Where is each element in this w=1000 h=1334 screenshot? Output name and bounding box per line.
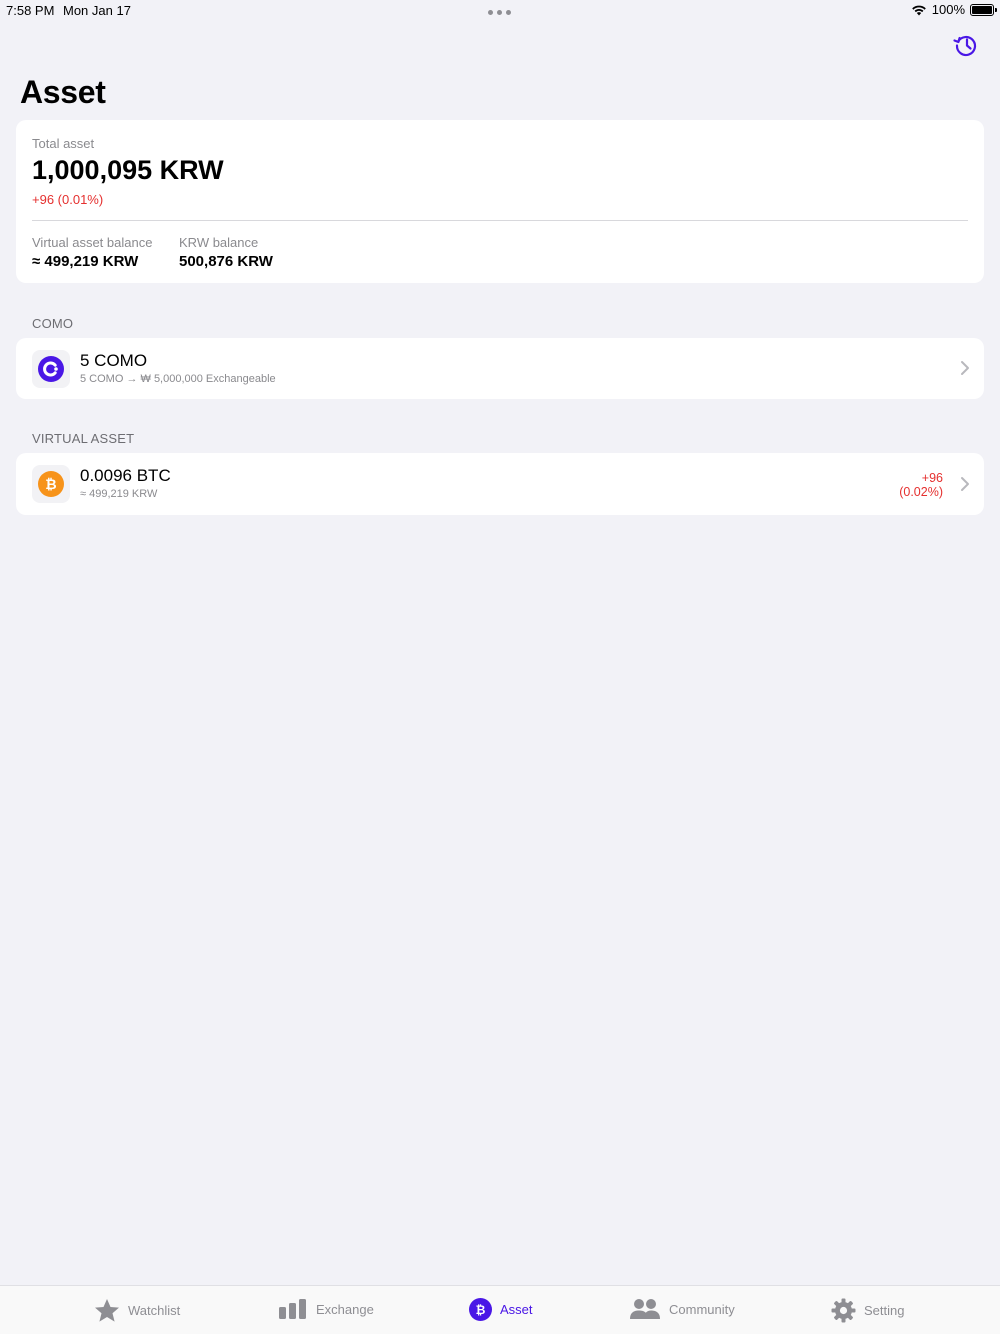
tab-watchlist[interactable]: Watchlist — [94, 1298, 180, 1323]
tab-exchange[interactable]: Exchange — [278, 1298, 374, 1320]
bar-chart-icon — [279, 1299, 306, 1319]
krw-balance-label: KRW balance — [179, 235, 259, 250]
status-bar: 7:58 PM Mon Jan 17 100% — [0, 0, 1000, 22]
section-label-como: COMO — [32, 316, 74, 331]
status-date: Mon Jan 17 — [63, 3, 131, 18]
bitcoin-icon: ₿ — [38, 471, 64, 497]
krw-balance: KRW balance 500,876 KRW — [179, 235, 273, 270]
history-button[interactable] — [952, 31, 980, 59]
como-exchange-info: 5 COMO → ₩ 5,000,000 Exchangeable — [80, 373, 276, 385]
btc-change-percent: (0.02%) — [899, 485, 943, 499]
total-asset-change: +96 (0.01%) — [32, 192, 104, 207]
people-icon — [630, 1299, 660, 1319]
btc-change: +96 (0.02%) — [899, 471, 943, 499]
bitcoin-logo: ₿ — [32, 465, 70, 503]
virtual-asset-balance-label: Virtual asset balance — [32, 235, 153, 250]
btc-krw-value: ≈ 499,219 KRW — [80, 488, 158, 500]
svg-text:₿: ₿ — [45, 477, 56, 493]
battery-icon — [970, 3, 997, 16]
multitasking-dots-icon[interactable] — [488, 10, 511, 15]
tab-label: Asset — [500, 1302, 533, 1317]
total-asset-value: 1,000,095 KRW — [32, 155, 224, 185]
battery-percent: 100% — [931, 2, 965, 17]
svg-text:₿: ₿ — [476, 1303, 486, 1317]
tab-community[interactable]: Community — [629, 1298, 735, 1320]
chevron-right-icon — [961, 477, 969, 491]
virtual-asset-balance: Virtual asset balance ≈ 499,219 KRW — [32, 235, 152, 270]
virtual-asset-balance-value: ≈ 499,219 KRW — [32, 253, 139, 270]
como-row[interactable]: 5 COMO 5 COMO → ₩ 5,000,000 Exchangeable — [16, 338, 984, 399]
tab-label: Setting — [864, 1303, 905, 1318]
btc-amount: 0.0096 BTC — [80, 466, 171, 485]
btc-change-amount: +96 — [921, 471, 943, 485]
tab-label: Watchlist — [128, 1303, 181, 1318]
btc-row[interactable]: ₿ 0.0096 BTC ≈ 499,219 KRW +96 (0.02%) — [16, 453, 984, 515]
total-asset-card: Total asset 1,000,095 KRW +96 (0.01%) Vi… — [16, 120, 984, 283]
divider — [32, 220, 968, 221]
total-asset-label: Total asset — [32, 136, 95, 151]
gear-icon — [831, 1298, 856, 1323]
history-icon — [953, 35, 977, 57]
tab-asset[interactable]: ₿ Asset — [469, 1298, 533, 1321]
como-logo — [32, 350, 70, 388]
status-indicators: 100% — [911, 2, 997, 17]
wifi-icon — [911, 5, 926, 15]
asset-screen: 7:58 PM Mon Jan 17 100% Asset Total asse… — [0, 0, 1000, 1334]
como-logo-icon — [38, 356, 64, 382]
chevron-right-icon — [961, 361, 969, 375]
tab-setting[interactable]: Setting — [831, 1298, 904, 1323]
tab-bar: Watchlist Exchange ₿ Asset Community Set… — [0, 1285, 1000, 1334]
como-amount: 5 COMO — [80, 351, 148, 370]
status-time: 7:58 PM — [6, 3, 55, 18]
tab-label: Community — [669, 1301, 735, 1317]
tab-label: Exchange — [316, 1301, 374, 1317]
star-icon — [95, 1299, 119, 1322]
section-label-virtual-asset: VIRTUAL ASSET — [32, 431, 135, 446]
krw-balance-value: 500,876 KRW — [179, 253, 273, 270]
bitcoin-circle-icon: ₿ — [469, 1298, 492, 1321]
page-title: Asset — [20, 74, 106, 110]
